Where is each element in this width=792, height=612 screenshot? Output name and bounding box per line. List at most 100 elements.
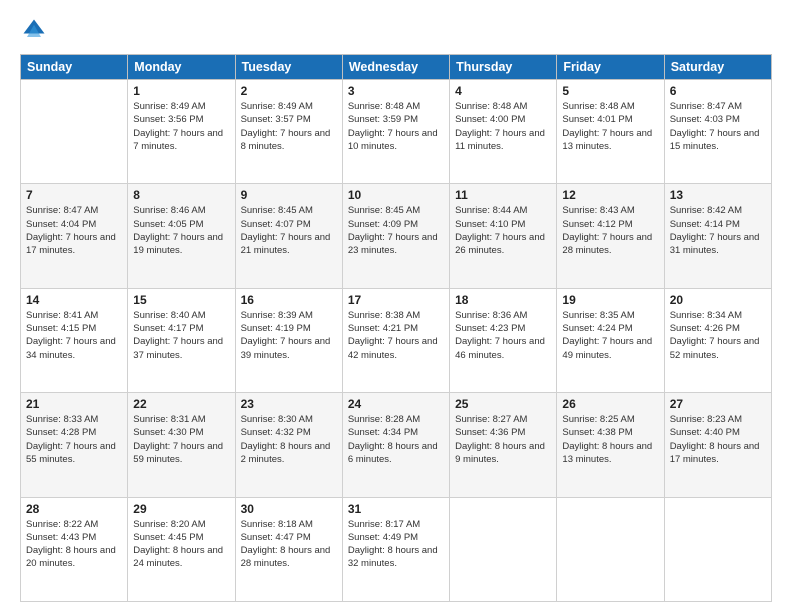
day-number: 9 <box>241 188 337 202</box>
calendar-day-cell: 7 Sunrise: 8:47 AMSunset: 4:04 PMDaylight… <box>21 184 128 288</box>
logo <box>20 16 52 44</box>
col-header-sunday: Sunday <box>21 55 128 80</box>
day-info: Sunrise: 8:47 AMSunset: 4:03 PMDaylight:… <box>670 100 766 153</box>
day-number: 29 <box>133 502 229 516</box>
day-info: Sunrise: 8:28 AMSunset: 4:34 PMDaylight:… <box>348 413 444 466</box>
calendar-day-cell: 27 Sunrise: 8:23 AMSunset: 4:40 PMDayligh… <box>664 393 771 497</box>
day-number: 31 <box>348 502 444 516</box>
day-info: Sunrise: 8:20 AMSunset: 4:45 PMDaylight:… <box>133 518 229 571</box>
calendar-day-cell: 5Sunrise: 8:48 AMSunset: 4:01 PMDaylight… <box>557 80 664 184</box>
day-number: 26 <box>562 397 658 411</box>
day-info: Sunrise: 8:34 AMSunset: 4:26 PMDaylight:… <box>670 309 766 362</box>
calendar-day-cell: 22 Sunrise: 8:31 AMSunset: 4:30 PMDayligh… <box>128 393 235 497</box>
day-info: Sunrise: 8:48 AMSunset: 3:59 PMDaylight:… <box>348 100 444 153</box>
calendar-day-cell: 25Sunrise: 8:27 AMSunset: 4:36 PMDayligh… <box>450 393 557 497</box>
calendar-day-cell: 11 Sunrise: 8:44 AMSunset: 4:10 PMDayligh… <box>450 184 557 288</box>
day-number: 7 <box>26 188 122 202</box>
day-info: Sunrise: 8:47 AMSunset: 4:04 PMDaylight:… <box>26 204 122 257</box>
calendar-table: SundayMondayTuesdayWednesdayThursdayFrid… <box>20 54 772 602</box>
calendar-day-cell: 10 Sunrise: 8:45 AMSunset: 4:09 PMDayligh… <box>342 184 449 288</box>
day-info: Sunrise: 8:38 AMSunset: 4:21 PMDaylight:… <box>348 309 444 362</box>
day-number: 27 <box>670 397 766 411</box>
day-number: 21 <box>26 397 122 411</box>
day-info: Sunrise: 8:43 AMSunset: 4:12 PMDaylight:… <box>562 204 658 257</box>
calendar-day-cell: 13Sunrise: 8:42 AMSunset: 4:14 PMDayligh… <box>664 184 771 288</box>
calendar-day-cell <box>450 497 557 601</box>
day-info: Sunrise: 8:36 AMSunset: 4:23 PMDaylight:… <box>455 309 551 362</box>
calendar-day-cell: 24 Sunrise: 8:28 AMSunset: 4:34 PMDayligh… <box>342 393 449 497</box>
calendar-week-row: 28 Sunrise: 8:22 AMSunset: 4:43 PMDayligh… <box>21 497 772 601</box>
day-info: Sunrise: 8:33 AMSunset: 4:28 PMDaylight:… <box>26 413 122 466</box>
calendar-day-cell <box>21 80 128 184</box>
day-info: Sunrise: 8:17 AMSunset: 4:49 PMDaylight:… <box>348 518 444 571</box>
day-number: 10 <box>348 188 444 202</box>
day-number: 11 <box>455 188 551 202</box>
page: SundayMondayTuesdayWednesdayThursdayFrid… <box>0 0 792 612</box>
calendar-day-cell: 20 Sunrise: 8:34 AMSunset: 4:26 PMDayligh… <box>664 288 771 392</box>
day-info: Sunrise: 8:40 AMSunset: 4:17 PMDaylight:… <box>133 309 229 362</box>
day-number: 12 <box>562 188 658 202</box>
header <box>20 16 772 44</box>
calendar-day-cell: 6 Sunrise: 8:47 AMSunset: 4:03 PMDaylight… <box>664 80 771 184</box>
day-info: Sunrise: 8:44 AMSunset: 4:10 PMDaylight:… <box>455 204 551 257</box>
logo-icon <box>20 16 48 44</box>
calendar-week-row: 21 Sunrise: 8:33 AMSunset: 4:28 PMDayligh… <box>21 393 772 497</box>
day-info: Sunrise: 8:31 AMSunset: 4:30 PMDaylight:… <box>133 413 229 466</box>
day-info: Sunrise: 8:42 AMSunset: 4:14 PMDaylight:… <box>670 204 766 257</box>
day-number: 8 <box>133 188 229 202</box>
day-info: Sunrise: 8:49 AMSunset: 3:57 PMDaylight:… <box>241 100 337 153</box>
col-header-friday: Friday <box>557 55 664 80</box>
calendar-day-cell: 12 Sunrise: 8:43 AMSunset: 4:12 PMDayligh… <box>557 184 664 288</box>
calendar-day-cell: 21 Sunrise: 8:33 AMSunset: 4:28 PMDayligh… <box>21 393 128 497</box>
day-info: Sunrise: 8:23 AMSunset: 4:40 PMDaylight:… <box>670 413 766 466</box>
calendar-day-cell <box>664 497 771 601</box>
day-number: 15 <box>133 293 229 307</box>
day-number: 3 <box>348 84 444 98</box>
calendar-day-cell: 23Sunrise: 8:30 AMSunset: 4:32 PMDayligh… <box>235 393 342 497</box>
day-number: 30 <box>241 502 337 516</box>
calendar-day-cell: 18 Sunrise: 8:36 AMSunset: 4:23 PMDayligh… <box>450 288 557 392</box>
calendar-day-cell: 9 Sunrise: 8:45 AMSunset: 4:07 PMDaylight… <box>235 184 342 288</box>
day-number: 5 <box>562 84 658 98</box>
day-info: Sunrise: 8:45 AMSunset: 4:09 PMDaylight:… <box>348 204 444 257</box>
col-header-thursday: Thursday <box>450 55 557 80</box>
day-info: Sunrise: 8:45 AMSunset: 4:07 PMDaylight:… <box>241 204 337 257</box>
day-number: 23 <box>241 397 337 411</box>
calendar-week-row: 14 Sunrise: 8:41 AMSunset: 4:15 PMDayligh… <box>21 288 772 392</box>
calendar-day-cell: 30 Sunrise: 8:18 AMSunset: 4:47 PMDayligh… <box>235 497 342 601</box>
day-info: Sunrise: 8:18 AMSunset: 4:47 PMDaylight:… <box>241 518 337 571</box>
day-info: Sunrise: 8:48 AMSunset: 4:00 PMDaylight:… <box>455 100 551 153</box>
day-number: 18 <box>455 293 551 307</box>
calendar-day-cell: 19Sunrise: 8:35 AMSunset: 4:24 PMDayligh… <box>557 288 664 392</box>
col-header-monday: Monday <box>128 55 235 80</box>
day-number: 1 <box>133 84 229 98</box>
day-number: 6 <box>670 84 766 98</box>
day-number: 16 <box>241 293 337 307</box>
day-number: 25 <box>455 397 551 411</box>
calendar-header-row: SundayMondayTuesdayWednesdayThursdayFrid… <box>21 55 772 80</box>
day-number: 24 <box>348 397 444 411</box>
col-header-tuesday: Tuesday <box>235 55 342 80</box>
calendar-day-cell: 4Sunrise: 8:48 AMSunset: 4:00 PMDaylight… <box>450 80 557 184</box>
calendar-week-row: 7 Sunrise: 8:47 AMSunset: 4:04 PMDaylight… <box>21 184 772 288</box>
col-header-wednesday: Wednesday <box>342 55 449 80</box>
day-info: Sunrise: 8:41 AMSunset: 4:15 PMDaylight:… <box>26 309 122 362</box>
calendar-day-cell: 15 Sunrise: 8:40 AMSunset: 4:17 PMDayligh… <box>128 288 235 392</box>
day-info: Sunrise: 8:22 AMSunset: 4:43 PMDaylight:… <box>26 518 122 571</box>
calendar-day-cell: 26Sunrise: 8:25 AMSunset: 4:38 PMDayligh… <box>557 393 664 497</box>
day-number: 14 <box>26 293 122 307</box>
day-number: 28 <box>26 502 122 516</box>
calendar-day-cell: 1 Sunrise: 8:49 AMSunset: 3:56 PMDaylight… <box>128 80 235 184</box>
calendar-day-cell: 2Sunrise: 8:49 AMSunset: 3:57 PMDaylight… <box>235 80 342 184</box>
day-info: Sunrise: 8:49 AMSunset: 3:56 PMDaylight:… <box>133 100 229 153</box>
calendar-day-cell: 16Sunrise: 8:39 AMSunset: 4:19 PMDayligh… <box>235 288 342 392</box>
calendar-day-cell: 28 Sunrise: 8:22 AMSunset: 4:43 PMDayligh… <box>21 497 128 601</box>
col-header-saturday: Saturday <box>664 55 771 80</box>
day-info: Sunrise: 8:35 AMSunset: 4:24 PMDaylight:… <box>562 309 658 362</box>
day-number: 22 <box>133 397 229 411</box>
calendar-day-cell: 14 Sunrise: 8:41 AMSunset: 4:15 PMDayligh… <box>21 288 128 392</box>
calendar-week-row: 1 Sunrise: 8:49 AMSunset: 3:56 PMDaylight… <box>21 80 772 184</box>
calendar-day-cell: 8Sunrise: 8:46 AMSunset: 4:05 PMDaylight… <box>128 184 235 288</box>
calendar-day-cell: 17Sunrise: 8:38 AMSunset: 4:21 PMDayligh… <box>342 288 449 392</box>
day-number: 20 <box>670 293 766 307</box>
